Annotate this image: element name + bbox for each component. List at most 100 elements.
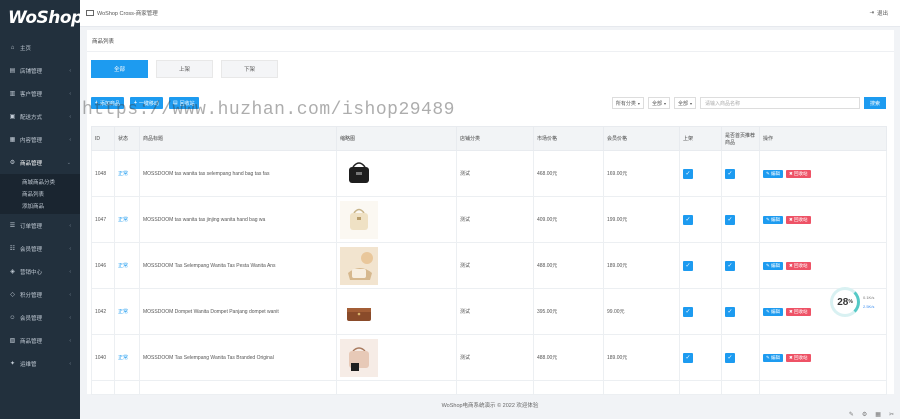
batch-move-button[interactable]: + 一键移动 (129, 97, 163, 109)
window-icon (86, 10, 94, 16)
col-category: 店铺分类 (456, 126, 534, 151)
cell-status[interactable]: 正常 (114, 150, 140, 197)
recommend-checkbox[interactable]: ✓ (725, 260, 735, 271)
cell-status[interactable]: 正常 (114, 242, 140, 289)
sidebar-item-a4[interactable]: ▦ 内容管理 ‹ (0, 128, 80, 151)
cell-recommend: ✓ (721, 334, 760, 381)
on-shelf-checkbox[interactable]: ✓ (683, 306, 693, 317)
on-shelf-checkbox[interactable]: ✓ (683, 168, 693, 179)
search-button[interactable]: 搜索 (864, 97, 886, 109)
chevron-left-icon: ‹ (69, 337, 71, 344)
submenu-category[interactable]: 商城商品分类 (0, 176, 80, 188)
tools-icon[interactable]: ✂ (889, 411, 894, 418)
on-shelf-checkbox[interactable]: ✓ (683, 260, 693, 271)
cell-title: MOSSDOOM Tas Selempang Wanita Tas Brande… (139, 334, 337, 381)
status-tabs: 全部 上架 下架 (91, 60, 286, 78)
exit-button[interactable]: ⇥ 退出 (869, 9, 888, 17)
recommend-checkbox[interactable]: ✓ (725, 306, 735, 317)
sidebar-item-a3[interactable]: ▣ 配送方式 ‹ (0, 105, 80, 128)
recommend-checkbox[interactable]: ✓ (725, 168, 735, 179)
plus-icon: + (133, 100, 137, 106)
table-row: 1046 正常 MOSSDOOM Tas Selempang Wanita Tas … (91, 242, 887, 289)
add-goods-button[interactable]: + 添加商品 (91, 97, 124, 109)
edit-button[interactable]: ✎ 编辑 (763, 353, 784, 362)
cell-member-price: 189.00元 (603, 334, 680, 381)
edit-button[interactable]: ✎ 编辑 (763, 261, 784, 270)
sidebar-item-a2[interactable]: ▥ 客户管理 ‹ (0, 82, 80, 105)
cell-status[interactable]: 正常 (114, 334, 140, 381)
cell-empty (721, 380, 760, 395)
delete-button[interactable]: ✖ 回收站 (786, 353, 811, 362)
sidebar-item-b3[interactable]: ◇ 积分管理 ‹ (0, 283, 80, 306)
submenu-goods-list[interactable]: 商品列表 (0, 188, 80, 200)
on-shelf-checkbox[interactable]: ✓ (683, 352, 693, 363)
tab-off-shelf[interactable]: 下架 (221, 60, 278, 78)
cell-member-price: 99.00元 (603, 288, 680, 335)
delete-button[interactable]: ✖ 回收站 (786, 261, 811, 270)
add-goods-label: 添加商品 (99, 100, 120, 107)
recycle-bin-button[interactable]: ▤ 回收站 (168, 97, 199, 109)
category-select[interactable]: 所有分类 ▾ (611, 97, 644, 109)
sidebar-item-label: 商品管理 (20, 338, 43, 345)
sidebar-item-label: 商品管理 (20, 160, 43, 167)
cell-on-shelf: ✓ (679, 196, 722, 243)
cell-title: MOSSDOOM Dompet Wanita Dompet Panjang do… (139, 288, 337, 335)
sidebar-item-b4[interactable]: ☺ 会员管理 ‹ (0, 306, 80, 329)
status-select-1[interactable]: 全部 ▾ (647, 97, 670, 109)
recommend-checkbox[interactable]: ✓ (725, 214, 735, 225)
status-link[interactable]: 正常 (118, 217, 128, 223)
action-buttons: + 添加商品 + 一键移动 ▤ 回收站 (91, 97, 205, 109)
status-select-2[interactable]: 全部 ▾ (673, 97, 696, 109)
sidebar-item-b6[interactable]: ✦ 运维管 ‹ (0, 352, 80, 375)
pin-icon[interactable]: ✎ (849, 411, 854, 418)
logo-text: WoShop (8, 8, 83, 28)
submenu-add-goods[interactable]: 添加商品 (0, 200, 80, 212)
settings-icon[interactable]: ⚙ (862, 411, 867, 418)
cell-empty (533, 380, 604, 395)
store-icon: ▤ (9, 68, 16, 74)
table-row: 1047 正常 MOSSDOOM tas wanita tas jinjing wa… (91, 196, 887, 243)
status-link[interactable]: 正常 (118, 309, 128, 315)
sidebar-item-b1[interactable]: ☷ 会员管理 ‹ (0, 237, 80, 260)
cell-member-price: 189.00元 (603, 242, 680, 289)
sidebar-item-a1[interactable]: ▤ 店铺管理 ‹ (0, 59, 80, 82)
tab-all[interactable]: 全部 (91, 60, 148, 78)
sidebar-item-a0[interactable]: ⌂ 主页 (0, 36, 80, 59)
users-icon: ▥ (9, 91, 16, 97)
status-link[interactable]: 正常 (118, 263, 128, 269)
edit-button[interactable]: ✎ 编辑 (763, 215, 784, 224)
sidebar-item-b0[interactable]: ☰ 订单管理 ‹ (0, 214, 80, 237)
recommend-checkbox[interactable]: ✓ (725, 352, 735, 363)
delete-button[interactable]: ✖ 回收站 (786, 169, 811, 178)
chevron-left-icon: ‹ (69, 291, 71, 298)
exit-label: 退出 (876, 11, 888, 17)
col-market-price: 市场价格 (533, 126, 604, 151)
grid-icon[interactable]: ▦ (875, 411, 881, 418)
edit-button[interactable]: ✎ 编辑 (763, 169, 784, 178)
speed-widget[interactable]: 28% 0.1K/s 2.5K/s (830, 287, 882, 317)
search-input[interactable]: 请输入商品名称 (700, 97, 860, 109)
col-thumb: 缩略图 (336, 126, 457, 151)
edit-button[interactable]: ✎ 编辑 (763, 307, 784, 316)
cell-status[interactable]: 正常 (114, 196, 140, 243)
delete-button[interactable]: ✖ 回收站 (786, 215, 811, 224)
cell-empty (114, 380, 140, 395)
logo[interactable]: WoShop 商城 (0, 0, 89, 36)
sidebar-item-b5[interactable]: ▧ 商品管理 ‹ (0, 329, 80, 352)
chevron-down-icon: ▾ (689, 100, 692, 106)
home-icon: ⌂ (10, 44, 15, 51)
on-shelf-checkbox[interactable]: ✓ (683, 214, 693, 225)
tab-on-shelf[interactable]: 上架 (156, 60, 213, 78)
delete-button[interactable]: ✖ 回收站 (786, 307, 811, 316)
plus-icon: + (95, 100, 98, 106)
cell-status[interactable]: 正常 (114, 288, 140, 335)
product-thumbnail (340, 200, 456, 239)
status-link[interactable]: 正常 (118, 355, 128, 361)
sidebar-item-b2[interactable]: ◈ 营销中心 ‹ (0, 260, 80, 283)
sidebar-item-a5[interactable]: ⚙ 商品管理 ⌄ (0, 151, 80, 174)
status-link[interactable]: 正常 (118, 171, 128, 177)
col-recommend: 是否首页推荐商品 (721, 126, 760, 151)
order-icon: ☰ (9, 223, 16, 229)
sidebar-item-label: 会员管理 (20, 315, 43, 322)
sidebar-item-label: 店铺管理 (20, 68, 43, 75)
